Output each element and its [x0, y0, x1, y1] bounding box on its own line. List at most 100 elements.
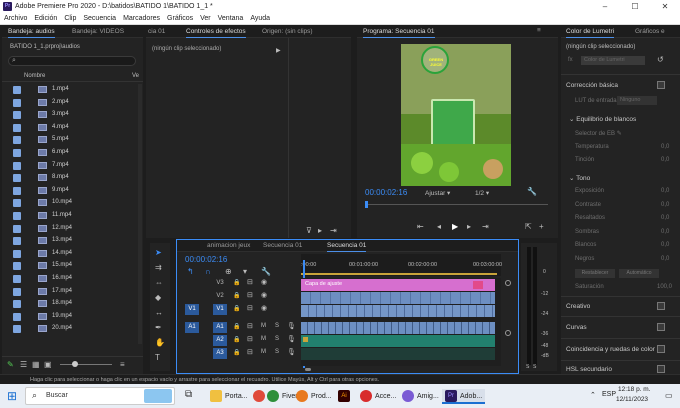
section-tone[interactable]: ⌄ Tono [569, 174, 590, 182]
list-item[interactable]: 13.mp4 [2, 235, 138, 248]
timeline-timecode-value[interactable]: 00:00:02:16 [185, 255, 227, 264]
curves-checkbox[interactable] [657, 323, 665, 331]
mute-button[interactable]: M [261, 336, 266, 342]
taskbar-search-box[interactable]: ⌕ Buscar [25, 387, 175, 405]
tone-row-value[interactable]: 0,0 [661, 202, 669, 208]
tone-row[interactable]: Resaltados 0,0 [561, 213, 680, 225]
mute-button[interactable]: M [261, 323, 266, 329]
solo-button[interactable]: S [275, 336, 279, 342]
section-creative[interactable]: Creativo [566, 303, 590, 310]
list-view-icon[interactable]: ☰ [20, 360, 27, 370]
ripple-edit-tool-icon[interactable]: ⇔ [155, 278, 163, 288]
menu-ver[interactable]: Ver [196, 13, 214, 22]
list-item[interactable]: 19.mp4 [2, 311, 138, 324]
label-color-icon[interactable] [13, 161, 21, 170]
maximize-button[interactable]: ☐ [620, 0, 650, 13]
clock-date[interactable]: 12/11/2023 [616, 396, 648, 403]
adjustment-layer-clip[interactable]: Capa de ajuste [301, 279, 495, 291]
section-curves[interactable]: Curvas [566, 324, 587, 331]
label-color-icon[interactable] [13, 123, 21, 132]
solo-button[interactable]: S [275, 349, 279, 355]
label-color-icon[interactable] [13, 237, 21, 246]
fit-dropdown[interactable]: Ajustar ▾ [425, 189, 450, 197]
taskbar-app-amigos[interactable]: Amig... [402, 389, 439, 404]
temperature-value[interactable]: 0,0 [661, 144, 669, 150]
tab-bandeja-videos[interactable]: Bandeja: VIDEOS [72, 28, 124, 35]
label-color-icon[interactable] [13, 98, 21, 107]
track-name[interactable]: V1 [213, 304, 227, 315]
slip-tool-icon[interactable]: ↔ [155, 308, 163, 318]
source-patch-a[interactable]: A1 [185, 322, 199, 333]
solo-button[interactable]: S [275, 323, 279, 329]
eye-icon[interactable]: ◉ [261, 278, 267, 286]
zoom-slider[interactable] [60, 364, 112, 365]
snap-icon[interactable]: ∩ [205, 267, 211, 277]
tone-row-value[interactable]: 0,0 [661, 256, 669, 262]
tone-row[interactable]: Negros 0,0 [561, 254, 680, 266]
list-item[interactable]: 18.mp4 [2, 298, 138, 311]
reset-effect-icon[interactable]: ↺ [657, 55, 664, 65]
v1-clips[interactable] [301, 305, 495, 317]
taskbar-app-files[interactable]: Porta... [210, 389, 248, 404]
label-color-icon[interactable] [13, 212, 21, 220]
auto-button[interactable]: Automático [619, 269, 659, 278]
play-button[interactable]: ▶ [452, 222, 458, 232]
track-lock-icon[interactable]: 🔒 [233, 292, 240, 299]
tint-value[interactable]: 0,0 [661, 157, 669, 163]
list-item[interactable]: 9.mp4 [2, 185, 138, 198]
section-hsl[interactable]: HSL secundario [566, 366, 612, 373]
step-back-marker-icon[interactable]: ⇤ [417, 222, 424, 232]
export-frame-icon[interactable]: ⇱ [525, 222, 532, 232]
list-item[interactable]: 3.mp4 [2, 109, 138, 122]
language-indicator[interactable]: ESP [602, 391, 616, 398]
list-item[interactable]: 14.mp4 [2, 248, 138, 261]
label-color-icon[interactable] [13, 312, 21, 321]
list-item[interactable]: 15.mp4 [2, 260, 138, 273]
time-ruler[interactable]: :00:00 00:01:00:00 00:02:00:00 00:03:00:… [301, 254, 502, 276]
basic-correction-checkbox[interactable] [657, 81, 665, 89]
program-timecode-value[interactable]: 00:00:02:16 [365, 188, 407, 197]
sync-lock-icon[interactable]: ⊟ [247, 278, 253, 286]
menu-ventana[interactable]: Ventana [214, 13, 247, 22]
tab-bandeja-audios[interactable]: Bandeja: audios [8, 28, 55, 38]
track-name[interactable]: A3 [213, 348, 227, 359]
tab-effect-controls[interactable]: Controles de efectos [186, 28, 246, 38]
project-search-input[interactable]: ⌕ [8, 56, 136, 66]
list-item[interactable]: 10.mp4 [2, 197, 138, 210]
v2-clips[interactable] [301, 292, 495, 304]
tab-graficos[interactable]: Gráficos e [635, 28, 665, 35]
play-audio-icon[interactable]: ▸ [318, 226, 322, 236]
timeline-settings-icon[interactable]: 🔧 [261, 267, 271, 277]
eye-icon[interactable]: ◉ [261, 304, 267, 312]
creative-checkbox[interactable] [657, 302, 665, 310]
list-item[interactable]: 7.mp4 [2, 160, 138, 173]
label-color-icon[interactable] [13, 86, 21, 94]
list-item[interactable]: 1.mp4 [2, 84, 138, 97]
timeline-h-scroll[interactable] [301, 367, 501, 372]
taskbar-app-illustrator[interactable]: Ai [338, 389, 353, 404]
tab-secuencia[interactable]: cia 01 [148, 28, 165, 35]
sync-lock-icon[interactable]: ⊟ [247, 304, 253, 312]
section-white-balance[interactable]: ⌄ Equilibrio de blancos [569, 115, 636, 123]
hand-tool-icon[interactable]: ✋ [155, 338, 165, 348]
eye-icon[interactable]: ◉ [261, 291, 267, 299]
label-color-icon[interactable] [13, 300, 21, 309]
add-marker-icon[interactable]: ▾ [243, 267, 247, 277]
resolution-dropdown[interactable]: 1/2 ▾ [475, 189, 489, 197]
step-forward-marker-icon[interactable]: ⇥ [482, 222, 489, 232]
track-name[interactable]: V3 [213, 278, 227, 289]
track-lock-icon[interactable]: 🔒 [233, 349, 240, 356]
project-scrollbar[interactable] [138, 84, 142, 344]
label-color-icon[interactable] [13, 174, 21, 183]
v-scroll-mid[interactable] [505, 330, 511, 336]
wrench-icon[interactable]: 🔧 [527, 187, 537, 197]
list-item[interactable]: 4.mp4 [2, 122, 138, 135]
track-name[interactable]: A1 [213, 322, 227, 333]
solo-right-icon[interactable]: S [533, 364, 536, 370]
label-color-icon[interactable] [13, 287, 21, 296]
label-color-icon[interactable] [13, 275, 21, 283]
track-name[interactable]: A2 [213, 335, 227, 346]
label-color-icon[interactable] [13, 262, 21, 271]
icon-view-icon[interactable]: ▦ [32, 360, 40, 370]
tab-animacion-jeux[interactable]: animacion jeux [207, 242, 250, 249]
